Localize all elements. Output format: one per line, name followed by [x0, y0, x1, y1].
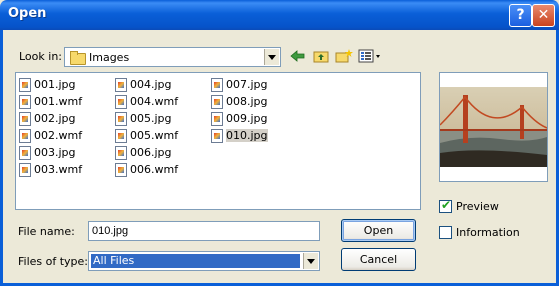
image-file-icon — [19, 78, 31, 92]
file-type-label: Files of type: — [18, 255, 89, 268]
title-bar: Open ? ✕ — [0, 0, 559, 30]
create-new-folder-icon[interactable] — [335, 48, 353, 64]
look-in-dropdown[interactable]: Images — [64, 47, 281, 67]
image-file-icon — [19, 163, 31, 177]
view-menu-icon[interactable] — [358, 48, 382, 64]
file-name-text: 009.jpg — [226, 112, 268, 125]
image-file-icon — [19, 112, 31, 126]
file-list[interactable]: 001.jpg 001.wmf 002.jpg 002.wmf 003.jpg … — [15, 72, 421, 210]
image-file-icon — [115, 95, 127, 109]
image-file-icon — [115, 163, 127, 177]
preview-checkbox[interactable]: ✔ — [439, 198, 452, 213]
file-name-text: 002.wmf — [34, 129, 83, 142]
preview-image — [439, 87, 548, 167]
window-frame-left — [0, 30, 3, 286]
look-in-value: Images — [89, 51, 130, 64]
image-file-icon — [115, 78, 127, 92]
file-name-text: 010.jpg — [226, 129, 268, 142]
preview-pane — [439, 72, 548, 182]
image-file-icon — [115, 129, 127, 143]
open-button-label: Open — [363, 224, 394, 237]
file-name-text: 006.wmf — [130, 163, 179, 176]
cancel-button-label: Cancel — [359, 253, 398, 266]
information-checkbox[interactable] — [439, 226, 452, 239]
image-file-icon — [19, 129, 31, 143]
chevron-down-icon[interactable] — [303, 253, 318, 269]
folder-icon — [70, 51, 86, 65]
file-name-text: 006.jpg — [130, 146, 172, 159]
image-file-icon — [115, 112, 127, 126]
file-name-text: 008.jpg — [226, 95, 268, 108]
file-name-label: File name: — [18, 225, 75, 238]
file-name-text: 005.jpg — [130, 112, 172, 125]
file-name-text: 002.jpg — [34, 112, 76, 125]
file-type-value: All Files — [91, 254, 300, 268]
file-name-input[interactable] — [88, 221, 320, 241]
file-name-text: 001.jpg — [34, 78, 76, 91]
chevron-down-icon[interactable] — [264, 49, 279, 65]
open-button[interactable]: Open — [341, 219, 416, 242]
file-name-text: 007.jpg — [226, 78, 268, 91]
preview-label: Preview — [456, 200, 499, 213]
close-icon: ✕ — [537, 7, 550, 23]
back-arrow-icon[interactable] — [289, 48, 307, 64]
file-name-text: 003.jpg — [34, 146, 76, 159]
file-name-text: 005.wmf — [130, 129, 179, 142]
checkmark-icon: ✔ — [441, 198, 452, 212]
image-file-icon — [19, 95, 31, 109]
close-button[interactable]: ✕ — [532, 4, 555, 27]
file-type-dropdown[interactable]: All Files — [88, 251, 320, 271]
help-button[interactable]: ? — [509, 4, 532, 27]
image-file-icon — [19, 146, 31, 160]
help-icon: ? — [516, 7, 525, 23]
look-in-label: Look in: — [19, 50, 62, 63]
file-name-text: 004.jpg — [130, 78, 172, 91]
image-file-icon — [115, 146, 127, 160]
up-one-level-icon[interactable] — [312, 48, 330, 64]
image-file-icon — [211, 95, 223, 109]
image-file-icon — [211, 78, 223, 92]
information-label: Information — [456, 226, 520, 239]
file-name-text: 004.wmf — [130, 95, 179, 108]
cancel-button[interactable]: Cancel — [341, 248, 416, 271]
window-title: Open — [8, 6, 47, 21]
image-file-icon — [211, 129, 223, 143]
image-file-icon — [211, 112, 223, 126]
file-name-text: 001.wmf — [34, 95, 83, 108]
file-name-text: 003.wmf — [34, 163, 83, 176]
